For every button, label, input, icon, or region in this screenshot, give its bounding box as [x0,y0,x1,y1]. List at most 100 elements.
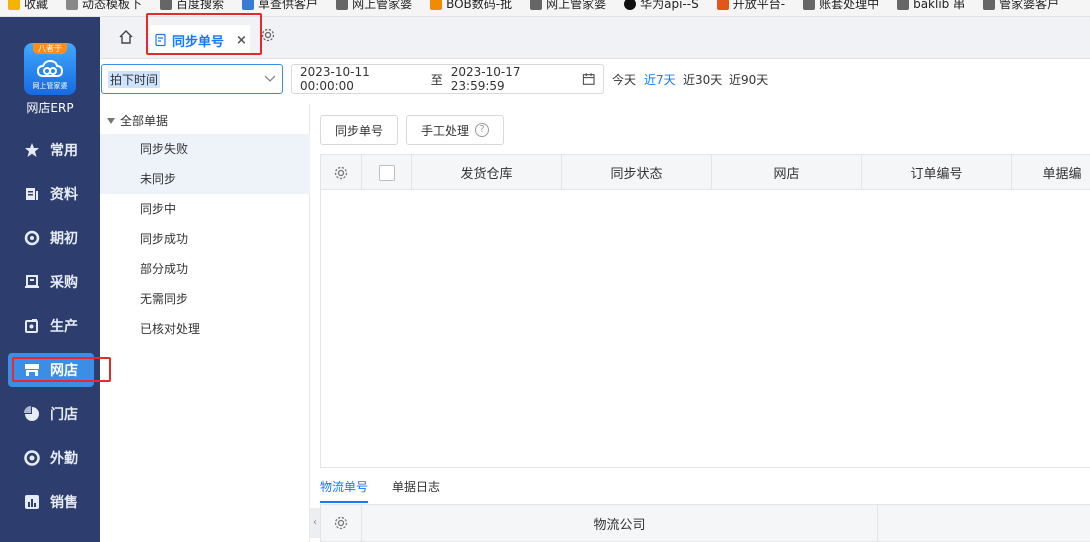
tab-logistics-number[interactable]: 物流单号 [320,478,369,503]
tab-label: 同步单号 [172,34,225,50]
document-edit-icon [155,33,166,47]
nav-item-production[interactable]: 生产 [8,309,94,343]
bookmark-item[interactable]: 网上管家婆 [522,0,616,13]
star-icon [8,0,20,10]
quick-today[interactable]: 今天 [612,71,636,88]
logistics-grid: 物流公司 [320,504,1090,542]
tab-bar: 同步单号 × [100,17,1090,59]
bookmark-item[interactable]: 管家婆客户 [975,0,1069,13]
bookmarks-bar: 收藏 动态模板下 百度搜索 草查供客户 网上管家婆 BOB数码-批 网上管家婆 … [0,0,1090,17]
bookmark-item[interactable]: 草查供客户 [234,0,328,13]
calendar-icon[interactable] [582,72,595,86]
bookmark-item[interactable]: 账套处理中 [795,0,889,13]
nav-label: 外勤 [50,451,78,467]
column-header[interactable]: 同步状态 [562,155,712,190]
gear-icon[interactable] [333,165,349,181]
nav-item-data[interactable]: 资料 [8,177,94,211]
bookmark-item[interactable]: 华为api--S [616,0,709,13]
column-settings[interactable] [321,155,362,190]
pie-icon [24,406,40,422]
tree-item-verified[interactable]: 已核对处理 [100,314,310,344]
date-to[interactable]: 2023-10-17 23:59:59 [451,65,574,93]
select-value: 拍下时间 [108,70,161,88]
grid-header: 发货仓库 同步状态 网店 订单编号 单据编 [321,155,1090,190]
page-icon [160,0,173,10]
nav-item-shop[interactable]: 门店 [8,397,94,431]
bookmark-item[interactable]: baklib 串 [889,0,975,13]
tree-item-sync-success[interactable]: 同步成功 [100,224,310,254]
nav-item-opening[interactable]: 期初 [8,221,94,255]
status-tree: 全部单据 同步失败 未同步 同步中 同步成功 部分成功 无需同步 已核对处理 [100,104,310,542]
bookmark-label: BOB数码-批 [446,0,513,11]
site-icon [716,0,729,10]
sidebar: 八者于 网上管家婆 网店ERP 常用 资料 期初 采购 生产 网店 门店 外勤 … [0,17,100,542]
bookmark-item[interactable]: 网上管家婆 [328,0,422,13]
tab-sync-number[interactable]: 同步单号 × [150,25,250,55]
bookmark-label: 管家婆客户 [999,0,1060,11]
nav-item-purchase[interactable]: 采购 [8,265,94,299]
bookmark-item[interactable]: 百度搜索 [152,0,234,13]
document-icon [24,186,40,202]
manual-process-button[interactable]: 手工处理 ? [406,115,504,145]
purchase-icon [24,274,40,290]
bookmark-label: 收藏 [24,0,49,11]
caret-down-icon[interactable] [106,117,116,125]
column-header[interactable]: 订单编号 [862,155,1012,190]
date-range-picker[interactable]: 2023-10-11 00:00:00 至 2023-10-17 23:59:5… [291,64,604,94]
nav-label: 常用 [50,143,78,159]
bookmark-item[interactable]: 收藏 [0,0,58,13]
tree-item-partial-success[interactable]: 部分成功 [100,254,310,284]
home-icon[interactable] [118,29,134,45]
collapse-handle[interactable]: ‹ [310,508,320,538]
production-icon [24,318,40,334]
nav-item-common[interactable]: 常用 [8,133,94,167]
gear-icon[interactable] [260,27,276,43]
bookmark-label: 网上管家婆 [546,0,607,11]
quick-30-days[interactable]: 近30天 [683,71,722,88]
nav-item-sales[interactable]: 销售 [8,485,94,519]
bookmark-label: 动态模板下 [82,0,143,11]
app-title: 网店ERP [26,101,74,115]
date-type-select[interactable]: 拍下时间 [101,64,283,94]
logo-subtitle: 网上管家婆 [32,82,68,90]
column-header[interactable]: 物流公司 [362,505,878,541]
help-icon[interactable]: ? [475,123,489,137]
chevron-down-icon [264,75,276,82]
bookmark-label: baklib 串 [913,0,966,11]
nav-item-field[interactable]: 外勤 [8,441,94,475]
chart-icon [24,494,40,510]
app-root: 收藏 动态模板下 百度搜索 草查供客户 网上管家婆 BOB数码-批 网上管家婆 … [0,0,1090,542]
tree-item-no-sync-needed[interactable]: 无需同步 [100,284,310,314]
page-icon [530,0,543,10]
nav-item-store[interactable]: 网店 [8,353,94,387]
select-all-checkbox[interactable] [378,164,395,181]
quick-7-days[interactable]: 近7天 [644,71,676,88]
column-settings[interactable] [321,505,362,541]
nav-label: 生产 [50,319,78,335]
cycle-icon [24,230,40,246]
bookmark-label: 开放平台- [732,0,786,11]
button-label: 手工处理 [420,123,469,138]
sync-number-button[interactable]: 同步单号 [320,115,398,145]
site-icon [242,0,255,10]
tab-document-log[interactable]: 单据日志 [392,478,440,501]
column-header[interactable]: 单据编 [1012,155,1090,190]
nav-label: 销售 [50,495,78,511]
site-icon [624,0,637,10]
tree-item-not-synced[interactable]: 未同步 [100,164,310,194]
gear-icon[interactable] [333,515,349,531]
bookmark-item[interactable]: BOB数码-批 [422,0,522,13]
date-from[interactable]: 2023-10-11 00:00:00 [300,65,423,93]
bookmark-item[interactable]: 动态模板下 [58,0,152,13]
close-icon[interactable]: × [236,33,247,48]
orders-grid: 发货仓库 同步状态 网店 订单编号 单据编 [320,154,1090,468]
tree-root[interactable]: 全部单据 [106,112,168,129]
tree-item-syncing[interactable]: 同步中 [100,194,310,224]
tree-item-sync-failed[interactable]: 同步失败 [100,134,310,164]
bookmark-item[interactable]: 开放平台- [709,0,795,13]
quick-90-days[interactable]: 近90天 [729,71,768,88]
app-logo[interactable]: 八者于 网上管家婆 [24,43,76,95]
column-header[interactable]: 网店 [712,155,862,190]
column-header[interactable]: 发货仓库 [412,155,562,190]
page-icon [983,0,996,10]
